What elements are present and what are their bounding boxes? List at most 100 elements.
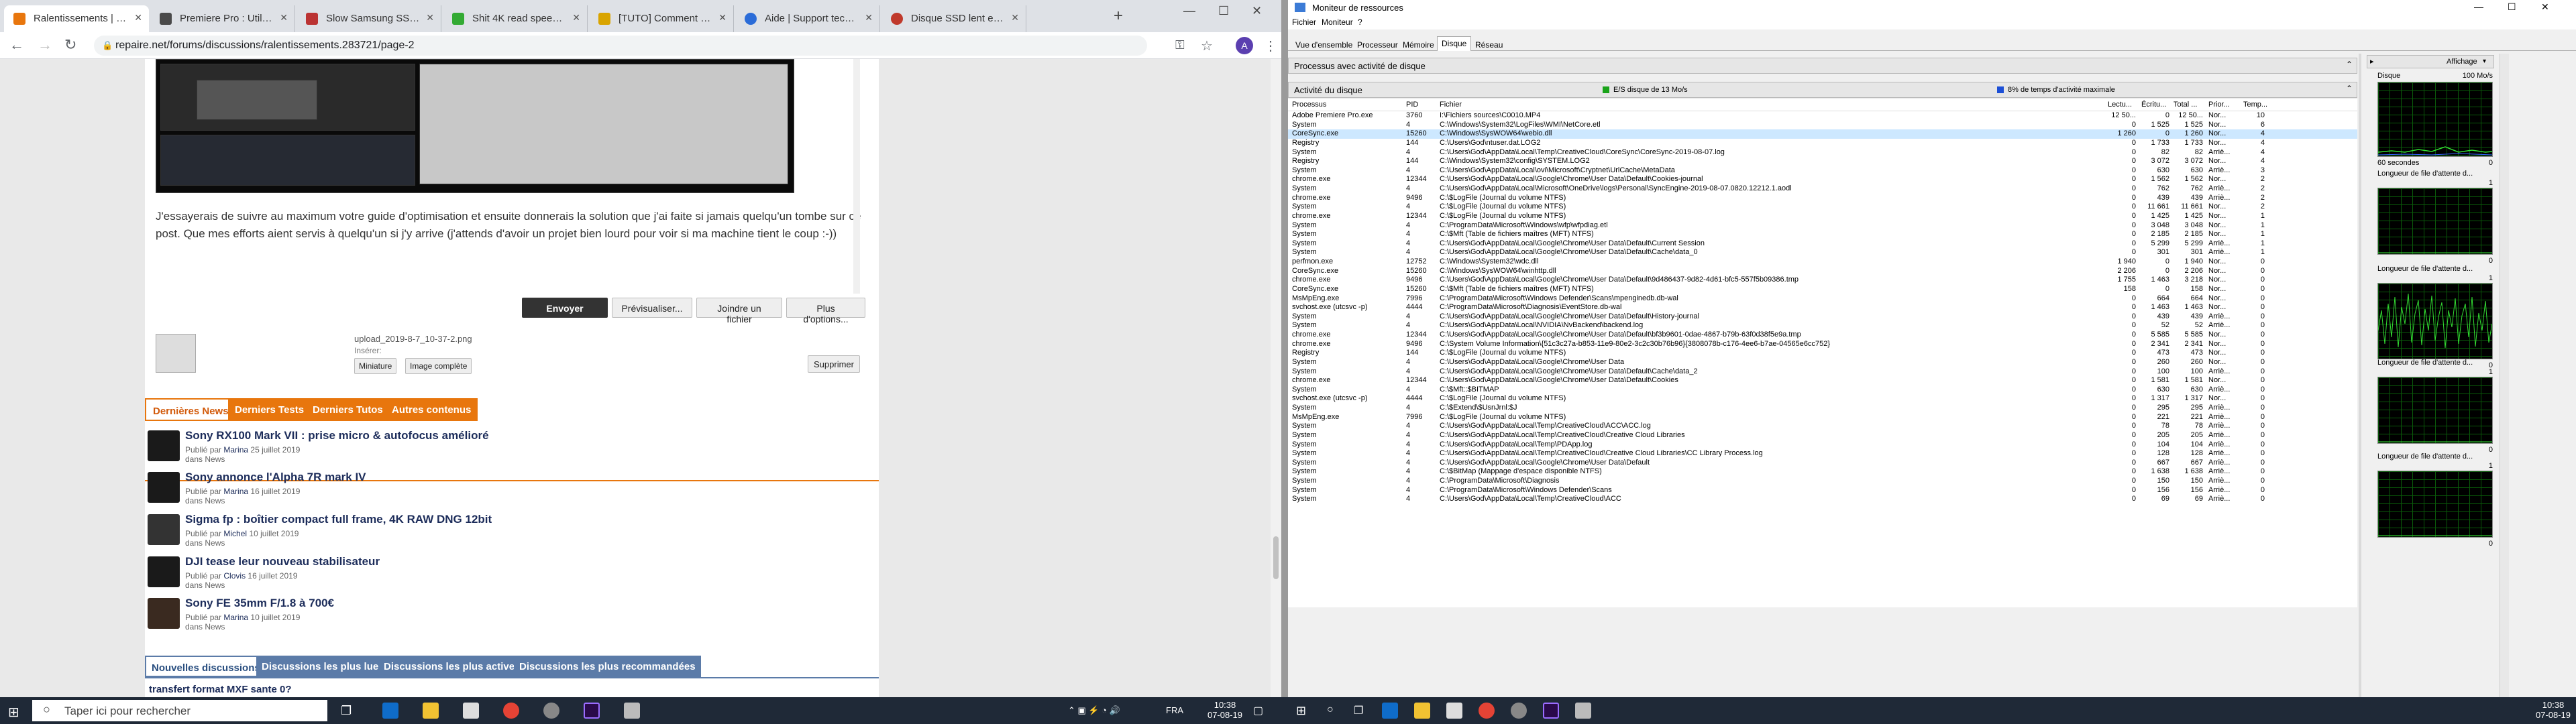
menu-monitor[interactable]: Moniteur: [1322, 17, 1353, 27]
table-row[interactable]: System 4 C:\$Mft::$BITMAP 0 630 630 Arriè... 0: [1288, 385, 2357, 395]
table-row[interactable]: chrome.exe 12344 C:\Users\God\AppData\Loca…: [1288, 376, 2357, 385]
table-row[interactable]: chrome.exe 9496 C:\Users\God\AppData\Local…: [1288, 276, 2357, 285]
table-row[interactable]: System 4 C:\$Extend\$UsnJrnl:$J 0 295 295 Arri…: [1288, 404, 2357, 413]
table-row[interactable]: System 4 C:\Users\God\AppData\Local\Temp\P…: [1288, 440, 2357, 450]
resource-monitor-icon[interactable]: [624, 703, 640, 719]
browser-tab-2[interactable]: Premiere Pro : Utilisat ✕: [150, 5, 295, 32]
forward-icon[interactable]: →: [38, 36, 52, 54]
table-row[interactable]: System 4 C:\Users\God\AppData\Local\Temp\C…: [1288, 422, 2357, 431]
clock[interactable]: 10:38 07-08-19: [1205, 700, 1245, 720]
tab-new-discussions[interactable]: Nouvelles discussions: [145, 656, 267, 677]
close-icon[interactable]: ✕: [134, 12, 142, 23]
table-row[interactable]: chrome.exe 12344 C:\Users\God\AppData\Loca…: [1288, 175, 2357, 184]
table-row[interactable]: Adobe Premiere Pro.exe 3760 I:\Fichiers so…: [1288, 111, 2357, 121]
tray-icons[interactable]: ⌃ ▣ ⚡ ◔ 🔊: [1068, 705, 1120, 716]
close-window-icon[interactable]: ✕: [1252, 4, 1262, 18]
close-icon[interactable]: ✕: [572, 12, 580, 23]
chrome-icon[interactable]: [1479, 703, 1495, 719]
taskbar-search-input[interactable]: Taper ici pour rechercher: [32, 700, 327, 721]
close-icon[interactable]: ✕: [865, 12, 873, 23]
close-icon[interactable]: ✕: [1011, 12, 1019, 23]
windows-start-icon[interactable]: ⊞: [8, 704, 19, 721]
table-row[interactable]: Registry 144 C:\$LogFile (Journal du volum…: [1288, 349, 2357, 358]
table-row[interactable]: System 4 C:\Users\God\AppData\Local\Google…: [1288, 239, 2357, 249]
table-row[interactable]: System 4 C:\ProgramData\Microsoft\Windows …: [1288, 486, 2357, 495]
table-row[interactable]: System 4 C:\Users\God\AppData\Local\Google…: [1288, 367, 2357, 377]
tab-other-content[interactable]: Autres contenus: [385, 398, 478, 421]
table-row[interactable]: CoreSync.exe 15260 C:\Windows\SysWOW64\win…: [1288, 267, 2357, 276]
col-priority[interactable]: Prior...: [2208, 101, 2230, 109]
tab-latest-tutorials[interactable]: Derniers Tutos: [306, 398, 390, 421]
table-row[interactable]: System 4 C:\Users\God\AppData\Local\Google…: [1288, 459, 2357, 468]
more-options-button[interactable]: Plus d'options...: [786, 298, 865, 324]
avatar[interactable]: A: [1236, 37, 1253, 54]
insert-full-image-button[interactable]: Image complète: [405, 358, 472, 374]
mail-icon[interactable]: [463, 703, 479, 719]
reload-icon[interactable]: ↻: [64, 36, 76, 54]
app-icon[interactable]: [1511, 703, 1527, 719]
table-row[interactable]: System 4 C:\Users\God\AppData\Local\Micros…: [1288, 184, 2357, 194]
resource-monitor-icon[interactable]: [1575, 703, 1591, 719]
maximize-icon[interactable]: ☐: [2508, 1, 2516, 13]
close-icon[interactable]: ✕: [280, 12, 288, 23]
table-row[interactable]: Registry 144 C:\Windows\System32\config\SY…: [1288, 157, 2357, 166]
col-total[interactable]: Total ...: [2174, 101, 2197, 109]
table-row[interactable]: chrome.exe 12344 C:\Users\God\AppData\Loca…: [1288, 330, 2357, 340]
search-icon[interactable]: ○: [1327, 704, 1334, 716]
lock-icon[interactable]: 🔒: [102, 40, 113, 51]
table-row[interactable]: CoreSync.exe 15260 C:\Windows\SysWOW64\web…: [1288, 129, 2357, 139]
news-item[interactable]: Sigma fp : boîtier compact full frame, 4…: [148, 513, 872, 553]
tab-disk[interactable]: Disque: [1437, 36, 1472, 51]
delete-upload-button[interactable]: Supprimer: [808, 355, 860, 373]
table-row[interactable]: System 4 C:\$LogFile (Journal du volume NT…: [1288, 202, 2357, 212]
table-row[interactable]: System 4 C:\Users\God\AppData\Local\ovi\Mi…: [1288, 166, 2357, 176]
tab-network[interactable]: Réseau: [1470, 38, 1507, 51]
language-indicator[interactable]: FRA: [1166, 705, 1183, 715]
table-row[interactable]: svchost.exe (utcsvc -p) 4444 C:\$LogFile (…: [1288, 394, 2357, 404]
col-file[interactable]: Fichier: [1440, 101, 1462, 109]
minimize-icon[interactable]: —: [2474, 1, 2483, 12]
mail-icon[interactable]: [1446, 703, 1462, 719]
expand-icon[interactable]: ⌃: [2346, 60, 2353, 69]
maximize-icon[interactable]: ☐: [1218, 4, 1229, 18]
table-row[interactable]: System 4 C:\Users\God\AppData\Local\NVIDIA…: [1288, 321, 2357, 330]
news-item[interactable]: Sony annonce l'Alpha 7R mark IV Publié p…: [148, 471, 872, 511]
table-row[interactable]: System 4 C:\Windows\System32\LogFiles\WMI\…: [1288, 121, 2357, 130]
app-icon[interactable]: [543, 703, 559, 719]
table-row[interactable]: Registry 144 C:\Users\God\ntuser.dat.LOG2 0…: [1288, 139, 2357, 148]
disk-activity-section-header[interactable]: Activité du disque E/S disque de 13 Mo/s…: [1288, 82, 2357, 98]
table-row[interactable]: chrome.exe 12344 C:\$LogFile (Journal du v…: [1288, 212, 2357, 221]
table-row[interactable]: MsMpEng.exe 7996 C:\$LogFile (Journal du v…: [1288, 413, 2357, 422]
clock[interactable]: 10:38 07-08-19: [2533, 700, 2573, 720]
news-item[interactable]: DJI tease leur nouveau stabilisateur Pub…: [148, 555, 872, 595]
tab-latest-tests[interactable]: Derniers Tests: [228, 398, 311, 421]
attach-file-button[interactable]: Joindre un fichier: [696, 298, 782, 324]
processes-section-header[interactable]: Processus avec activité de disque ⌃: [1288, 58, 2357, 74]
menu-help[interactable]: ?: [1358, 17, 1362, 27]
col-write[interactable]: Écritu...: [2141, 101, 2166, 109]
col-read[interactable]: Lectu...: [2108, 101, 2132, 109]
file-explorer-icon[interactable]: [1414, 703, 1430, 719]
browser-tab-1[interactable]: Ralentissements | Page✕: [4, 5, 149, 32]
close-icon[interactable]: ✕: [426, 12, 434, 23]
table-row[interactable]: System 4 C:\Users\God\AppData\Local\Temp\C…: [1288, 495, 2357, 504]
browser-tab-3[interactable]: Slow Samsung SSD rea✕: [297, 5, 441, 32]
table-row[interactable]: System 4 C:\Users\God\AppData\Local\Temp\C…: [1288, 148, 2357, 158]
browser-tab-5[interactable]: [TUTO] Comment corr ✕: [589, 5, 734, 32]
table-row[interactable]: System 4 C:\Users\God\AppData\Local\Temp\C…: [1288, 431, 2357, 440]
editor-scrollbar[interactable]: [853, 59, 860, 294]
tab-cpu[interactable]: Processeur: [1352, 38, 1403, 51]
expand-right-icon[interactable]: ▸: [2370, 57, 2374, 66]
table-row[interactable]: System 4 C:\ProgramData\Microsoft\Windows\…: [1288, 221, 2357, 231]
minimize-icon[interactable]: —: [1183, 4, 1195, 18]
menu-file[interactable]: Fichier: [1292, 17, 1316, 27]
preview-button[interactable]: Prévisualiser...: [612, 298, 692, 318]
expand-icon[interactable]: ⌃: [2346, 84, 2353, 93]
back-icon[interactable]: ←: [9, 36, 24, 54]
tab-most-read[interactable]: Discussions les plus lues: [256, 656, 390, 677]
browser-tab-6[interactable]: Aide | Support techniq ✕: [735, 5, 880, 32]
page-scrollbar[interactable]: [1271, 59, 1281, 697]
windows-start-icon[interactable]: ⊞: [1296, 704, 1306, 718]
edge-icon[interactable]: [1382, 703, 1398, 719]
close-window-icon[interactable]: ✕: [2541, 1, 2549, 13]
